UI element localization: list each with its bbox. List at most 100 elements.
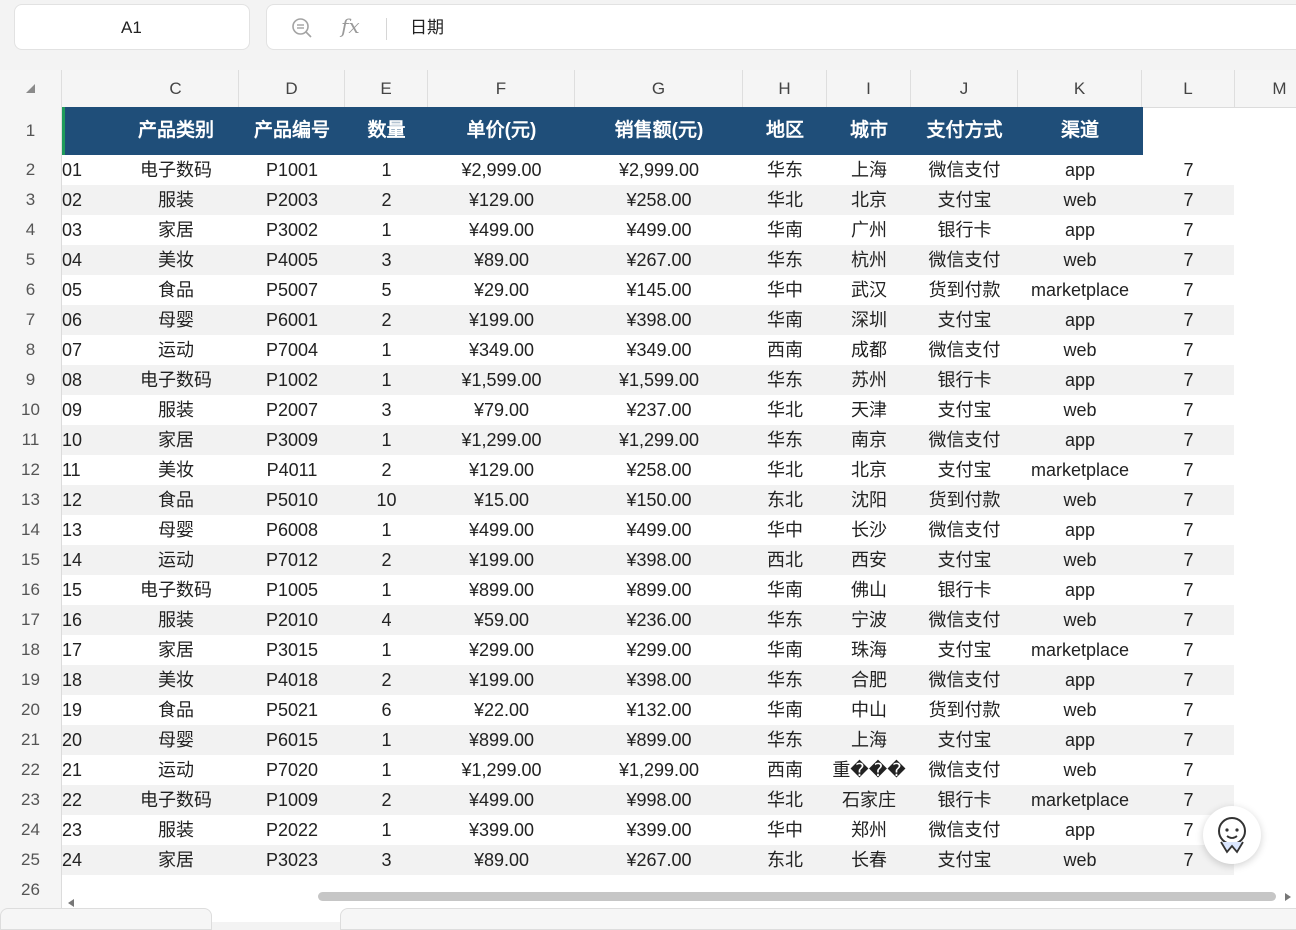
table-cell[interactable]: 华南: [743, 575, 827, 605]
table-cell[interactable]: 20: [62, 725, 102, 755]
scroll-right-icon[interactable]: [1285, 893, 1291, 901]
table-cell[interactable]: 支付宝: [911, 635, 1018, 665]
table-cell[interactable]: 7: [1142, 605, 1235, 635]
table-cell[interactable]: 运动: [113, 545, 239, 575]
table-cell[interactable]: web: [1018, 335, 1142, 365]
formula-bar[interactable]: fx 日期: [266, 4, 1296, 50]
table-cell[interactable]: 郑州: [827, 815, 911, 845]
table-cell[interactable]: 家居: [113, 635, 239, 665]
table-cell[interactable]: 7: [1142, 515, 1235, 545]
table-cell[interactable]: 华东: [743, 605, 827, 635]
table-cell[interactable]: ¥236.00: [575, 605, 743, 635]
table-cell[interactable]: 苏州: [827, 365, 911, 395]
formula-content[interactable]: 日期: [410, 5, 444, 51]
table-cell[interactable]: 微信支付: [911, 155, 1018, 185]
table-row[interactable]: 13 母婴 P6008 1 ¥499.00 ¥499.00 华中 长沙 微信支付 app 7: [62, 515, 1234, 545]
table-cell[interactable]: P4011: [239, 455, 345, 485]
table-cell[interactable]: 7: [1142, 245, 1235, 275]
table-cell[interactable]: 华南: [743, 215, 827, 245]
row-header-13[interactable]: 13: [0, 485, 61, 515]
zoom-out-icon[interactable]: [291, 17, 313, 39]
table-row[interactable]: 15 电子数码 P1005 1 ¥899.00 ¥899.00 华南 佛山 银行卡 app 7: [62, 575, 1234, 605]
table-cell[interactable]: 02: [62, 185, 102, 215]
table-cell[interactable]: 杭州: [827, 245, 911, 275]
table-cell[interactable]: 服装: [113, 605, 239, 635]
row-header-21[interactable]: 21: [0, 725, 61, 755]
row-header-19[interactable]: 19: [0, 665, 61, 695]
table-row[interactable]: 04 美妆 P4005 3 ¥89.00 ¥267.00 华东 杭州 微信支付 web 7: [62, 245, 1234, 275]
table-row[interactable]: 09 服装 P2007 3 ¥79.00 ¥237.00 华北 天津 支付宝 web 7: [62, 395, 1234, 425]
row-header-16[interactable]: 16: [0, 575, 61, 605]
table-cell[interactable]: 1: [345, 335, 428, 365]
column-header-c[interactable]: C: [113, 70, 239, 107]
table-cell[interactable]: ¥129.00: [428, 185, 575, 215]
table-cell[interactable]: ¥398.00: [575, 545, 743, 575]
table-cell[interactable]: 15: [62, 575, 102, 605]
table-cell[interactable]: P3015: [239, 635, 345, 665]
table-cell[interactable]: 华南: [743, 305, 827, 335]
table-cell[interactable]: 1: [345, 575, 428, 605]
table-row[interactable]: 03 家居 P3002 1 ¥499.00 ¥499.00 华南 广州 银行卡 app 7: [62, 215, 1234, 245]
table-cell[interactable]: P2007: [239, 395, 345, 425]
header-cell[interactable]: 单价(元): [428, 107, 575, 155]
header-cell[interactable]: 销售额(元): [575, 107, 743, 155]
row-header-3[interactable]: 3: [0, 185, 61, 215]
table-cell[interactable]: 北京: [827, 455, 911, 485]
table-cell[interactable]: ¥299.00: [575, 635, 743, 665]
table-cell[interactable]: P7004: [239, 335, 345, 365]
table-cell[interactable]: 2: [345, 185, 428, 215]
table-cell[interactable]: 西北: [743, 545, 827, 575]
table-cell[interactable]: ¥15.00: [428, 485, 575, 515]
table-cell[interactable]: ¥150.00: [575, 485, 743, 515]
row-header-20[interactable]: 20: [0, 695, 61, 725]
table-cell[interactable]: 华南: [743, 635, 827, 665]
table-cell[interactable]: ¥998.00: [575, 785, 743, 815]
table-cell[interactable]: 7: [1142, 455, 1235, 485]
table-cell[interactable]: P4005: [239, 245, 345, 275]
table-cell[interactable]: app: [1018, 425, 1142, 455]
table-cell[interactable]: ¥59.00: [428, 605, 575, 635]
table-cell[interactable]: 23: [62, 815, 102, 845]
table-row[interactable]: 05 食品 P5007 5 ¥29.00 ¥145.00 华中 武汉 货到付款 marketpla…: [62, 275, 1234, 305]
column-header-g[interactable]: G: [575, 70, 743, 107]
table-cell[interactable]: 2: [345, 305, 428, 335]
table-cell[interactable]: 银行卡: [911, 785, 1018, 815]
row-header-7[interactable]: 7: [0, 305, 61, 335]
table-cell[interactable]: 石家庄: [827, 785, 911, 815]
table-cell[interactable]: 1: [345, 425, 428, 455]
cell-grid[interactable]: 产品类别 产品编号 数量 单价(元) 销售额(元) 地区 城市 支付方式 渠道 01 电子数码 P1…: [62, 107, 1296, 915]
table-cell[interactable]: app: [1018, 665, 1142, 695]
row-header-24[interactable]: 24: [0, 815, 61, 845]
table-cell[interactable]: 7: [1142, 365, 1235, 395]
table-cell[interactable]: 华北: [743, 455, 827, 485]
table-cell[interactable]: 南京: [827, 425, 911, 455]
table-cell[interactable]: ¥349.00: [575, 335, 743, 365]
table-cell[interactable]: 1: [345, 635, 428, 665]
header-cell[interactable]: 地区: [743, 107, 827, 155]
table-cell[interactable]: 家居: [113, 215, 239, 245]
table-cell[interactable]: 华中: [743, 275, 827, 305]
table-cell[interactable]: 2: [345, 455, 428, 485]
table-cell[interactable]: 7: [1142, 335, 1235, 365]
table-row[interactable]: 21 运动 P7020 1 ¥1,299.00 ¥1,299.00 西南 重��� 微信支付 we…: [62, 755, 1234, 785]
column-header-e[interactable]: E: [345, 70, 428, 107]
table-cell[interactable]: web: [1018, 245, 1142, 275]
table-cell[interactable]: 家居: [113, 425, 239, 455]
table-cell[interactable]: 华东: [743, 725, 827, 755]
table-cell[interactable]: web: [1018, 755, 1142, 785]
fx-icon[interactable]: fx: [341, 14, 360, 38]
row-header-8[interactable]: 8: [0, 335, 61, 365]
table-cell[interactable]: ¥237.00: [575, 395, 743, 425]
table-cell[interactable]: 上海: [827, 155, 911, 185]
table-cell[interactable]: P1009: [239, 785, 345, 815]
table-cell[interactable]: 广州: [827, 215, 911, 245]
table-cell[interactable]: ¥1,299.00: [428, 755, 575, 785]
row-header-5[interactable]: 5: [0, 245, 61, 275]
table-cell[interactable]: 微信支付: [911, 755, 1018, 785]
table-cell[interactable]: 微信支付: [911, 335, 1018, 365]
table-cell[interactable]: 中山: [827, 695, 911, 725]
table-cell[interactable]: 食品: [113, 695, 239, 725]
table-cell[interactable]: 支付宝: [911, 725, 1018, 755]
table-cell[interactable]: 华东: [743, 665, 827, 695]
table-cell[interactable]: 美妆: [113, 665, 239, 695]
